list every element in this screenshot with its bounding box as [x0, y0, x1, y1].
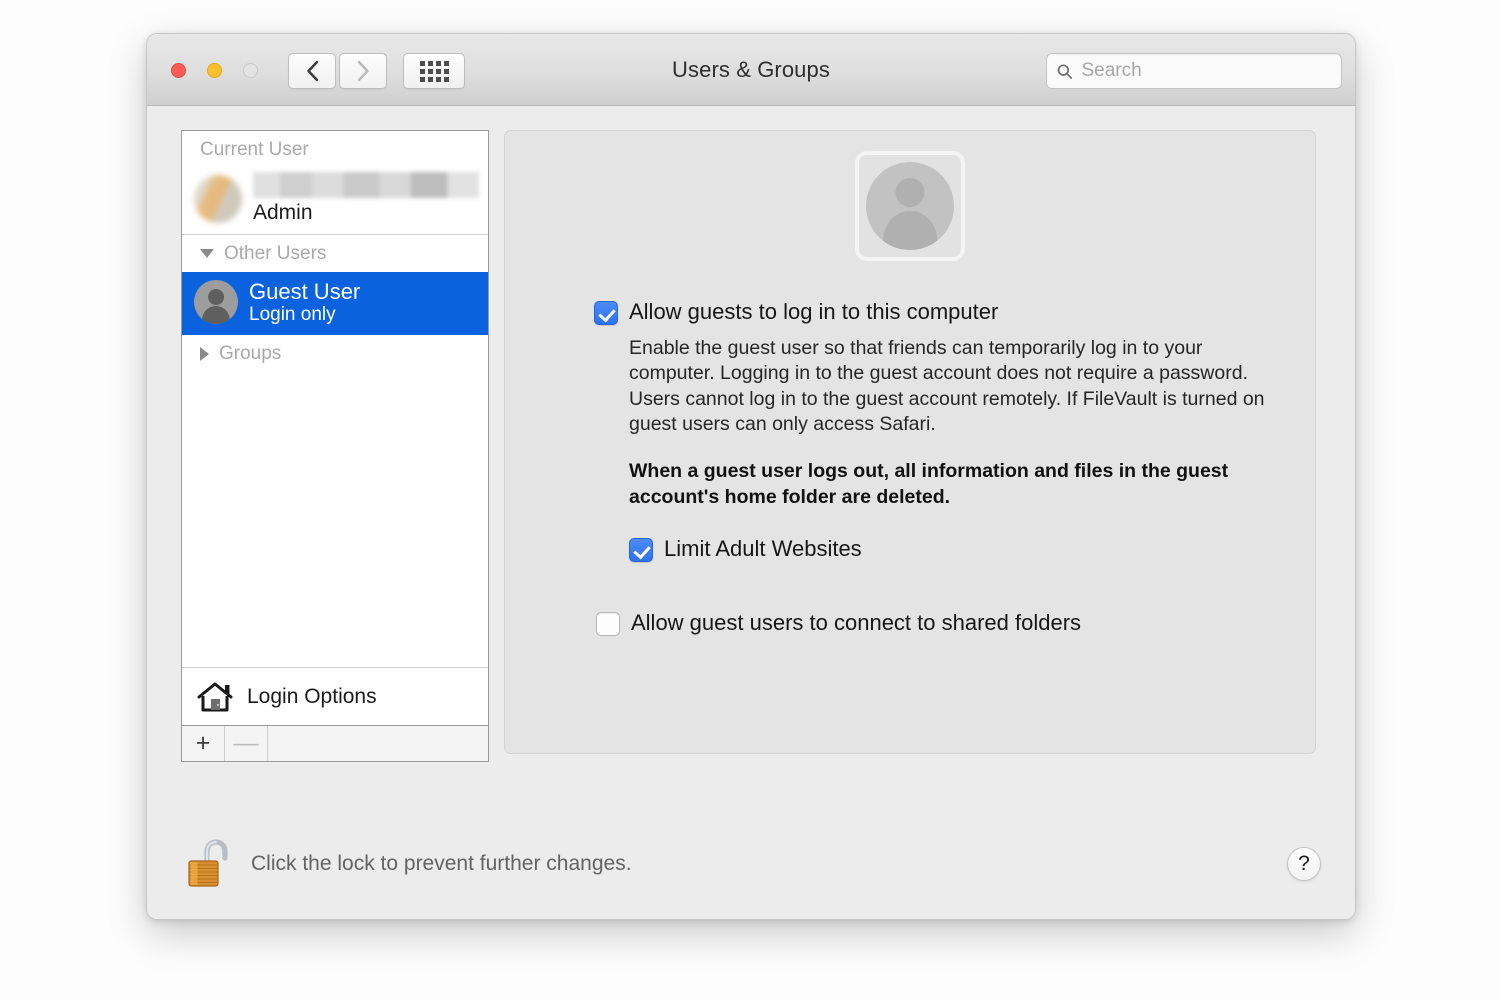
current-user-header: Current User [200, 139, 309, 160]
guest-user-subtitle: Login only [249, 304, 336, 326]
allow-guests-description: Enable the guest user so that friends ca… [629, 337, 1265, 436]
list-item-guest-user[interactable]: Guest User Login only [182, 271, 488, 335]
chevron-down-icon[interactable] [200, 249, 214, 259]
groups-label: Groups [219, 342, 282, 364]
unlocked-padlock-icon[interactable] [181, 836, 237, 892]
search-input[interactable] [1081, 60, 1331, 82]
limit-adult-websites-label: Limit Adult Websites [664, 536, 862, 562]
guest-options-group: Allow guests to log in to this computer … [594, 299, 1287, 637]
sidebar-toolbar: + — [182, 725, 488, 761]
guest-logout-warning: When a guest user logs out, all informat… [629, 460, 1229, 508]
remove-user-button: — [225, 726, 268, 761]
window-content: Current User Admin Other Users Guest Use… [147, 106, 1355, 919]
guest-user-avatar[interactable] [855, 151, 965, 261]
sidebar-empty-space [182, 372, 488, 667]
other-users-label: Other Users [224, 242, 327, 264]
users-list-sidebar: Current User Admin Other Users Guest Use… [181, 130, 489, 762]
avatar [194, 174, 242, 223]
avatar [194, 280, 238, 325]
shared-folders-label: Allow guest users to connect to shared f… [631, 610, 1082, 636]
window-titlebar: Users & Groups [147, 34, 1355, 106]
option-shared-folders-row[interactable]: Allow guest users to connect to shared f… [596, 610, 1287, 637]
search-icon [1057, 63, 1073, 79]
sidebar-item-login-options[interactable]: Login Options [182, 667, 488, 725]
home-icon [197, 682, 233, 711]
list-item-current-user[interactable]: Admin [182, 168, 488, 234]
other-users-header[interactable]: Other Users [182, 235, 488, 272]
allow-guests-checkbox[interactable] [594, 301, 618, 325]
system-preferences-window: Users & Groups Current User Admin [146, 33, 1356, 920]
toolbar-filler [268, 726, 488, 761]
option-allow-guests-row[interactable]: Allow guests to log in to this computer [594, 299, 1287, 325]
option-limit-adult-websites-row[interactable]: Limit Adult Websites [629, 536, 1287, 563]
guest-user-name: Guest User [249, 278, 361, 304]
chevron-right-icon[interactable] [200, 346, 209, 361]
current-user-role: Admin [253, 201, 313, 224]
login-options-label: Login Options [247, 684, 377, 708]
help-button[interactable]: ? [1287, 847, 1321, 881]
guest-user-settings-panel: Allow guests to log in to this computer … [504, 130, 1316, 754]
shared-folders-checkbox[interactable] [596, 612, 620, 637]
groups-header[interactable]: Groups [182, 335, 488, 372]
limit-adult-websites-checkbox[interactable] [629, 538, 653, 563]
add-user-button[interactable]: + [182, 726, 225, 761]
current-user-name-redacted [253, 172, 479, 198]
lock-hint-text: Click the lock to prevent further change… [251, 852, 632, 875]
allow-guests-label: Allow guests to log in to this computer [629, 299, 999, 324]
person-silhouette-icon [866, 162, 954, 250]
search-field[interactable] [1046, 53, 1342, 89]
lock-bar: Click the lock to prevent further change… [181, 834, 1329, 894]
